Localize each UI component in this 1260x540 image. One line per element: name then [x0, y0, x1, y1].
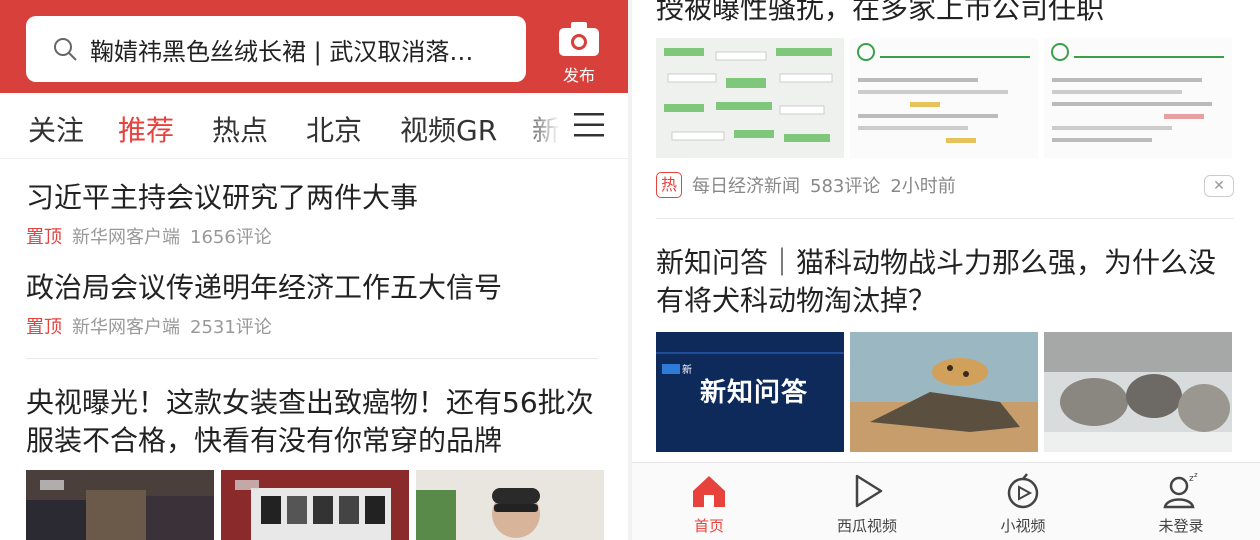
- news-source: 新华网客户端: [72, 227, 180, 248]
- thumbnail-interviewee: [416, 470, 604, 540]
- hot-badge: 热: [656, 172, 682, 198]
- search-box[interactable]: 鞠婧祎黑色丝绒长裙 | 武汉取消落…: [26, 16, 526, 82]
- user-icon: z z: [1163, 471, 1198, 509]
- channel-menu-icon[interactable]: [574, 112, 604, 138]
- video-card-logo: 新: [682, 365, 692, 376]
- thumbnail-chat-log: [850, 38, 1038, 158]
- divider: [26, 358, 598, 359]
- tab-beijing[interactable]: 北京: [306, 109, 362, 149]
- video-card-text: 新知问答: [700, 378, 809, 408]
- tabs-fade: [520, 94, 560, 158]
- news-meta: 热 每日经济新闻 583评论 2小时前: [656, 172, 956, 198]
- thumbnail-jaguar-crocodile: [850, 332, 1038, 452]
- tab-follow[interactable]: 关注: [28, 109, 84, 149]
- nav-short-video[interactable]: 小视频: [968, 471, 1078, 536]
- nav-home[interactable]: 首页: [654, 471, 764, 536]
- news-comments: 1656评论: [190, 227, 272, 248]
- publish-button[interactable]: 发布: [552, 20, 606, 86]
- pinned-label: 置顶: [26, 227, 62, 248]
- nav-profile[interactable]: z z 未登录: [1126, 471, 1236, 536]
- home-icon: [693, 476, 725, 507]
- news-title: 政治局会议传递明年经济工作五大信号: [26, 271, 503, 304]
- right-screen: 授被曝性骚扰，在多家上市公司任职 热 每日经济新闻 583评论 2小时前 ✕ 新…: [632, 0, 1260, 540]
- news-item[interactable]: 政治局会议传递明年经济工作五大信号 置顶 新华网客户端 2531评论: [26, 269, 606, 339]
- svg-text:z: z: [1194, 471, 1198, 479]
- nav-xigua-video[interactable]: 西瓜视频: [812, 471, 922, 536]
- short-video-icon: [1007, 473, 1039, 509]
- left-screen: 鞠婧祎黑色丝绒长裙 | 武汉取消落… 发布 关注 推荐 热点 北京 视频GR 新…: [0, 0, 628, 540]
- news-thumbnails: 新 新知问答: [656, 332, 1232, 452]
- divider: [656, 218, 1234, 219]
- news-title[interactable]: 新知问答｜猫科动物战斗力那么强，为什么没有将犬科动物淘汰掉？: [656, 244, 1236, 320]
- thumbnail-chat-log-2: [1044, 38, 1232, 158]
- news-meta: 置顶 新华网客户端 1656评论: [26, 223, 606, 249]
- pinned-label: 置顶: [26, 317, 62, 338]
- publish-label: 发布: [562, 66, 595, 85]
- news-comments: 583评论: [810, 176, 881, 197]
- bottom-nav: 首页 西瓜视频 小视频 z z 未登录: [632, 462, 1260, 540]
- news-item[interactable]: 习近平主持会议研究了两件大事 置顶 新华网客户端 1656评论: [26, 179, 606, 249]
- camera-icon: [559, 22, 599, 56]
- news-meta: 置顶 新华网客户端 2531评论: [26, 313, 606, 339]
- thumbnail-video-card: 新 新知问答: [656, 332, 844, 452]
- news-title: 习近平主持会议研究了两件大事: [26, 181, 419, 214]
- nav-short-video-label: 小视频: [1000, 517, 1046, 535]
- tab-recommend[interactable]: 推荐: [118, 109, 174, 149]
- dislike-button[interactable]: ✕: [1204, 175, 1234, 197]
- news-time: 2小时前: [890, 176, 956, 197]
- nav-xigua-label: 西瓜视频: [836, 517, 897, 535]
- play-icon: [855, 474, 883, 508]
- news-thumbnails: [26, 470, 606, 540]
- thumbnail-chat-screenshot: [656, 38, 844, 158]
- header-bar: 鞠婧祎黑色丝绒长裙 | 武汉取消落… 发布: [0, 0, 628, 93]
- news-source: 每日经济新闻: [692, 176, 800, 197]
- thumbnail-wolves: [1044, 332, 1232, 452]
- news-comments: 2531评论: [190, 317, 272, 338]
- thumbnail-clothes-pile: [26, 470, 214, 540]
- search-icon: [54, 38, 77, 61]
- nav-profile-label: 未登录: [1158, 517, 1204, 535]
- news-source: 新华网客户端: [72, 317, 180, 338]
- search-query-text: 鞠婧祎黑色丝绒长裙 | 武汉取消落…: [90, 37, 474, 66]
- tab-hot[interactable]: 热点: [212, 109, 268, 149]
- nav-home-label: 首页: [693, 517, 724, 535]
- news-thumbnails: [656, 38, 1232, 158]
- news-item[interactable]: 央视曝光！这款女装查出致癌物！还有56批次服装不合格，快看有没有你常穿的品牌: [26, 384, 606, 460]
- news-title: 央视曝光！这款女装查出致癌物！还有56批次服装不合格，快看有没有你常穿的品牌: [26, 386, 594, 457]
- news-title-partial[interactable]: 授被曝性骚扰，在多家上市公司任职: [656, 0, 1104, 28]
- thumbnail-clothes-display: [221, 470, 409, 540]
- tab-video[interactable]: 视频GR: [400, 109, 497, 149]
